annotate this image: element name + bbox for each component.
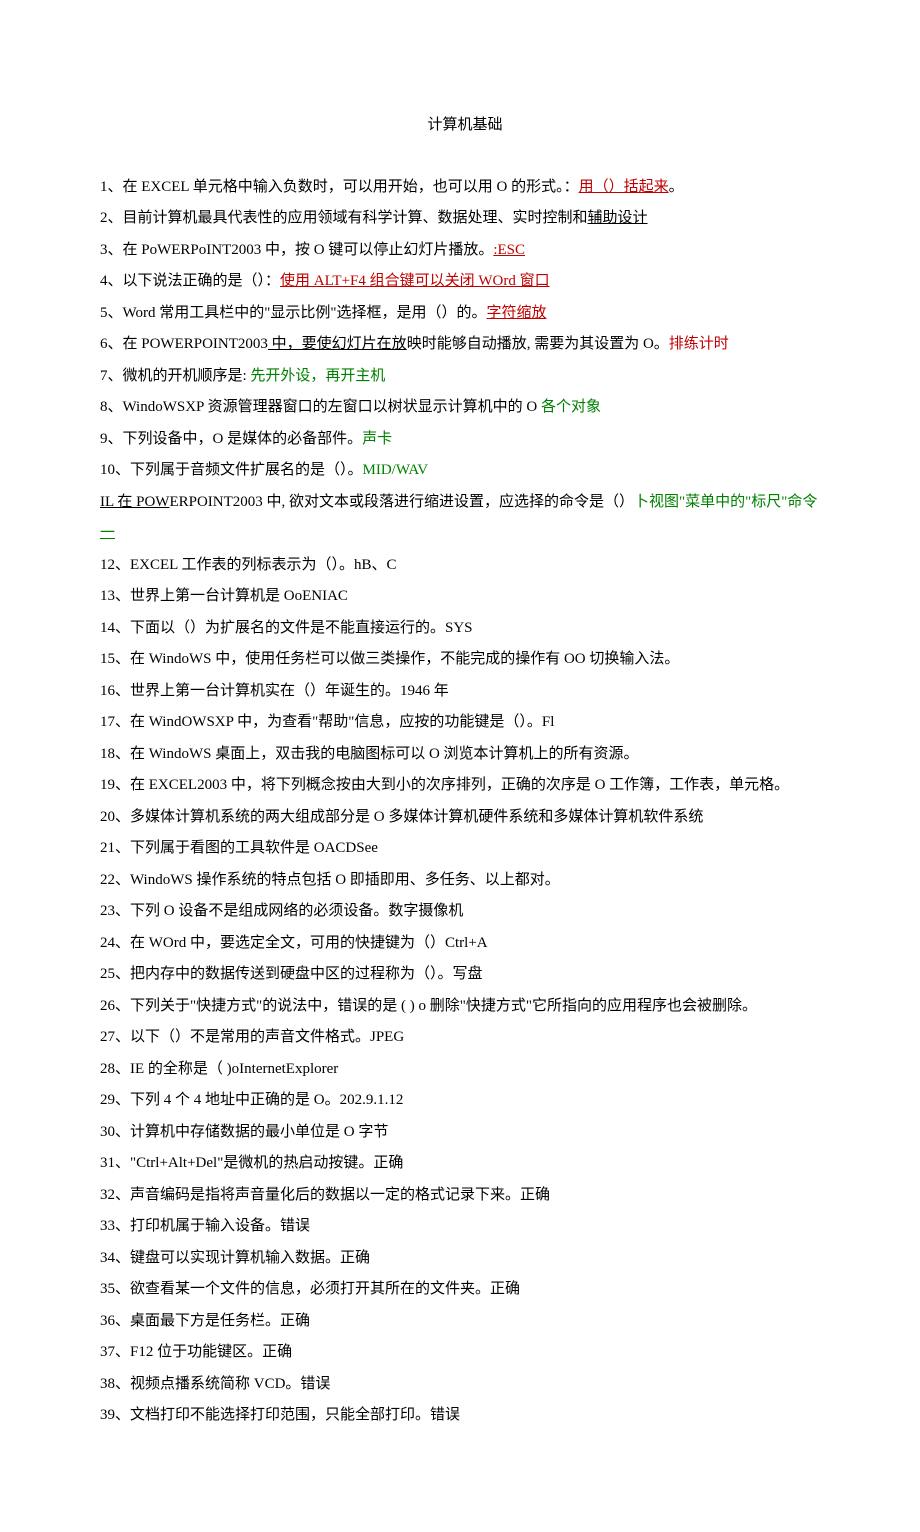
- list-item: 36、桌面最下方是任务栏。正确: [100, 1306, 830, 1338]
- text-segment: 14、下面以（）为扩展名的文件是不能直接运行的。SYS: [100, 620, 473, 636]
- text-segment: 35、欲查看某一个文件的信息，必须打开其所在的文件夹。正确: [100, 1281, 520, 1297]
- list-item: 37、F12 位于功能键区。正确: [100, 1337, 830, 1369]
- list-item: 13、世界上第一台计算机是 OoENIAC: [100, 581, 830, 613]
- text-segment: 使用 ALT+F4 组合键可以关闭 WOrd 窗口: [280, 273, 550, 289]
- list-item: 38、视频点播系统简称 VCD。错误: [100, 1369, 830, 1401]
- text-segment: 18、在 WindoWS 桌面上，双击我的电脑图标可以 O 浏览本计算机上的所有…: [100, 746, 639, 762]
- list-item: 24、在 WOrd 中，要选定全文，可用的快捷键为（）Ctrl+A: [100, 928, 830, 960]
- text-segment: 24、在 WOrd 中，要选定全文，可用的快捷键为（）Ctrl+A: [100, 935, 488, 951]
- list-item: 4、以下说法正确的是（）：使用 ALT+F4 组合键可以关闭 WOrd 窗口: [100, 266, 830, 298]
- text-segment: 25、把内存中的数据传送到硬盘中区的过程称为（）。写盘: [100, 966, 483, 982]
- text-segment: 各个对象: [541, 399, 601, 415]
- text-segment: 28、IE 的全称是（ )oInternetExplorer: [100, 1061, 338, 1077]
- text-segment: ERPOINT2003 中, 欲对文本或段落进行缩进设置，应选择的命令是（）: [169, 494, 634, 510]
- text-segment: 37、F12 位于功能键区。正确: [100, 1344, 292, 1360]
- text-segment: 15、在 WindoWS 中，使用任务栏可以做三类操作，不能完成的操作有 OO …: [100, 651, 679, 667]
- text-segment: 6、在 POWERPOINT2003: [100, 336, 268, 352]
- text-segment: 1、在 EXCEL 单元格中输入负数时，可以用开始，也可以用 O 的形式。：: [100, 179, 579, 195]
- text-segment: 3、在 PoWERPoINT2003 中，按 O 键可以停止幻灯片播放。: [100, 242, 493, 258]
- text-segment: 30、计算机中存储数据的最小单位是 O 字节: [100, 1124, 388, 1140]
- text-segment: 。: [669, 179, 684, 195]
- text-segment: 先开外设，再开主机: [250, 368, 385, 384]
- list-item: 29、下列 4 个 4 地址中正确的是 O。202.9.1.12: [100, 1085, 830, 1117]
- text-segment: 27、以下（）不是常用的声音文件格式。JPEG: [100, 1029, 404, 1045]
- text-segment: 辅助设计: [588, 210, 648, 226]
- list-item: 10、下列属于音频文件扩展名的是（）。MID/WAV: [100, 455, 830, 487]
- list-item: 14、下面以（）为扩展名的文件是不能直接运行的。SYS: [100, 613, 830, 645]
- text-segment: 7、微机的开机顺序是:: [100, 368, 250, 384]
- text-segment: 字符缩放: [486, 305, 546, 321]
- text-segment: 19、在 EXCEL2003 中，将下列概念按由大到小的次序排列，正确的次序是 …: [100, 777, 789, 793]
- text-segment: 16、世界上第一台计算机实在（）年诞生的。1946 年: [100, 683, 449, 699]
- list-item: 33、打印机属于输入设备。错误: [100, 1211, 830, 1243]
- text-segment: 9、下列设备中，O 是媒体的必备部件。: [100, 431, 362, 447]
- document-body: 1、在 EXCEL 单元格中输入负数时，可以用开始，也可以用 O 的形式。：用（…: [100, 172, 830, 1432]
- list-item: 7、微机的开机顺序是: 先开外设，再开主机: [100, 361, 830, 393]
- text-segment: 12、EXCEL 工作表的列标表示为（）。hB、C: [100, 557, 397, 573]
- text-segment: 36、桌面最下方是任务栏。正确: [100, 1313, 310, 1329]
- list-item: 12、EXCEL 工作表的列标表示为（）。hB、C: [100, 550, 830, 582]
- document-title: 计算机基础: [100, 110, 830, 142]
- text-segment: 一: [100, 525, 115, 541]
- list-item: 1、在 EXCEL 单元格中输入负数时，可以用开始，也可以用 O 的形式。：用（…: [100, 172, 830, 204]
- list-item: 31、"Ctrl+Alt+Del"是微机的热启动按键。正确: [100, 1148, 830, 1180]
- list-item: 32、声音编码是指将声音量化后的数据以一定的格式记录下来。正确: [100, 1180, 830, 1212]
- text-segment: 26、下列关于"快捷方式"的说法中，错误的是 ( ) o 删除"快捷方式"它所指…: [100, 998, 757, 1014]
- list-item: 3、在 PoWERPoINT2003 中，按 O 键可以停止幻灯片播放。:ESC: [100, 235, 830, 267]
- text-segment: 20、多媒体计算机系统的两大组成部分是 O 多媒体计算机硬件系统和多媒体计算机软…: [100, 809, 703, 825]
- text-segment: 38、视频点播系统简称 VCD。错误: [100, 1376, 330, 1392]
- list-item: 27、以下（）不是常用的声音文件格式。JPEG: [100, 1022, 830, 1054]
- list-item: 8、WindoWSXP 资源管理器窗口的左窗口以树状显示计算机中的 O 各个对象: [100, 392, 830, 424]
- text-segment: 映时能够自动播放, 需要为其设置为 O。: [407, 336, 669, 352]
- text-segment: 8、WindoWSXP 资源管理器窗口的左窗口以树状显示计算机中的 O: [100, 399, 541, 415]
- list-item: 6、在 POWERPOINT2003 中，要使幻灯片在放映时能够自动播放, 需要…: [100, 329, 830, 361]
- text-segment: 17、在 WindOWSXP 中，为查看"帮助"信息，应按的功能键是（）。Fl: [100, 714, 554, 730]
- list-item: 30、计算机中存储数据的最小单位是 O 字节: [100, 1117, 830, 1149]
- text-segment: 23、下列 O 设备不是组成网络的必须设备。数字摄像机: [100, 903, 463, 919]
- text-segment: 用（）括起来: [579, 179, 669, 195]
- text-segment: MID/WAV: [363, 462, 429, 478]
- text-segment: 声卡: [362, 431, 392, 447]
- list-item: 18、在 WindoWS 桌面上，双击我的电脑图标可以 O 浏览本计算机上的所有…: [100, 739, 830, 771]
- text-segment: 33、打印机属于输入设备。错误: [100, 1218, 310, 1234]
- list-item: 19、在 EXCEL2003 中，将下列概念按由大到小的次序排列，正确的次序是 …: [100, 770, 830, 802]
- list-item: 一: [100, 518, 830, 550]
- list-item: IL 在 POWERPOINT2003 中, 欲对文本或段落进行缩进设置，应选择…: [100, 487, 830, 519]
- list-item: 21、下列属于看图的工具软件是 OACDSee: [100, 833, 830, 865]
- list-item: 16、世界上第一台计算机实在（）年诞生的。1946 年: [100, 676, 830, 708]
- list-item: 5、Word 常用工具栏中的"显示比例"选择框，是用（）的。字符缩放: [100, 298, 830, 330]
- text-segment: 4、以下说法正确的是（）：: [100, 273, 280, 289]
- text-segment: :ESC: [493, 242, 525, 258]
- list-item: 34、键盘可以实现计算机输入数据。正确: [100, 1243, 830, 1275]
- text-segment: 13、世界上第一台计算机是 OoENIAC: [100, 588, 348, 604]
- list-item: 28、IE 的全称是（ )oInternetExplorer: [100, 1054, 830, 1086]
- list-item: 9、下列设备中，O 是媒体的必备部件。声卡: [100, 424, 830, 456]
- text-segment: 29、下列 4 个 4 地址中正确的是 O。202.9.1.12: [100, 1092, 403, 1108]
- list-item: 26、下列关于"快捷方式"的说法中，错误的是 ( ) o 删除"快捷方式"它所指…: [100, 991, 830, 1023]
- text-segment: 21、下列属于看图的工具软件是 OACDSee: [100, 840, 378, 856]
- text-segment: 39、文档打印不能选择打印范围，只能全部打印。错误: [100, 1407, 460, 1423]
- text-segment: 卜视图"菜单中的"标尺"命令: [634, 494, 817, 510]
- text-segment: 34、键盘可以实现计算机输入数据。正确: [100, 1250, 370, 1266]
- text-segment: 2、目前计算机最具代表性的应用领域有科学计算、数据处理、实时控制和: [100, 210, 588, 226]
- text-segment: IL 在 POW: [100, 494, 169, 510]
- text-segment: 32、声音编码是指将声音量化后的数据以一定的格式记录下来。正确: [100, 1187, 550, 1203]
- list-item: 2、目前计算机最具代表性的应用领域有科学计算、数据处理、实时控制和辅助设计: [100, 203, 830, 235]
- list-item: 20、多媒体计算机系统的两大组成部分是 O 多媒体计算机硬件系统和多媒体计算机软…: [100, 802, 830, 834]
- list-item: 15、在 WindoWS 中，使用任务栏可以做三类操作，不能完成的操作有 OO …: [100, 644, 830, 676]
- text-segment: 排练计时: [669, 336, 729, 352]
- list-item: 17、在 WindOWSXP 中，为查看"帮助"信息，应按的功能键是（）。Fl: [100, 707, 830, 739]
- text-segment: 31、"Ctrl+Alt+Del"是微机的热启动按键。正确: [100, 1155, 403, 1171]
- text-segment: 5、Word 常用工具栏中的"显示比例"选择框，是用（）的。: [100, 305, 486, 321]
- text-segment: 22、WindoWS 操作系统的特点包括 O 即插即用、多任务、以上都对。: [100, 872, 560, 888]
- text-segment: 中，要使幻灯片在放: [268, 336, 407, 352]
- list-item: 22、WindoWS 操作系统的特点包括 O 即插即用、多任务、以上都对。: [100, 865, 830, 897]
- list-item: 39、文档打印不能选择打印范围，只能全部打印。错误: [100, 1400, 830, 1432]
- list-item: 25、把内存中的数据传送到硬盘中区的过程称为（）。写盘: [100, 959, 830, 991]
- list-item: 23、下列 O 设备不是组成网络的必须设备。数字摄像机: [100, 896, 830, 928]
- text-segment: 10、下列属于音频文件扩展名的是（）。: [100, 462, 363, 478]
